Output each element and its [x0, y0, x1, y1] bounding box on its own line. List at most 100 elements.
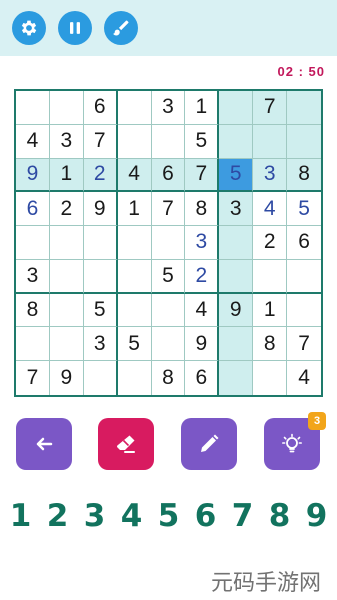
numpad-9-button[interactable]: 9 — [300, 496, 334, 536]
board-cell-r1c1[interactable] — [16, 91, 50, 125]
board-cell-r4c8[interactable]: 4 — [253, 192, 288, 227]
board-cell-r8c7[interactable] — [219, 327, 254, 362]
board-cell-r3c8[interactable]: 3 — [253, 158, 288, 193]
board-cell-r7c6[interactable]: 4 — [185, 293, 220, 328]
board-cell-r1c2[interactable] — [49, 91, 84, 125]
board-cell-r5c5[interactable] — [151, 226, 186, 260]
numpad-1-button[interactable]: 1 — [4, 496, 38, 536]
numpad-8-button[interactable]: 8 — [263, 496, 297, 536]
board-cell-r3c2[interactable]: 1 — [49, 158, 84, 193]
board-cell-r4c1[interactable]: 6 — [16, 192, 50, 227]
board-cell-r9c8[interactable] — [253, 361, 288, 395]
board-cell-r2c2[interactable]: 3 — [49, 124, 84, 159]
board-cell-r7c1[interactable]: 8 — [16, 293, 50, 328]
board-cell-r2c9[interactable] — [287, 124, 321, 159]
board-cell-r6c2[interactable] — [49, 259, 84, 294]
board-cell-r1c8[interactable]: 7 — [253, 91, 288, 125]
undo-button[interactable] — [16, 418, 72, 470]
notes-button[interactable] — [181, 418, 237, 470]
board-cell-r3c5[interactable]: 6 — [151, 158, 186, 193]
board-cell-r5c2[interactable] — [49, 226, 84, 260]
board-cell-r4c2[interactable]: 2 — [49, 192, 84, 227]
board-cell-r5c9[interactable]: 6 — [287, 226, 321, 260]
board-cell-r3c1[interactable]: 9 — [16, 158, 50, 193]
pause-icon — [70, 22, 80, 34]
board-cell-r6c3[interactable] — [83, 259, 118, 294]
board-cell-r5c8[interactable]: 2 — [253, 226, 288, 260]
board-cell-r7c8[interactable]: 1 — [253, 293, 288, 328]
numpad-2-button[interactable]: 2 — [41, 496, 75, 536]
board-cell-r1c7[interactable] — [219, 91, 254, 125]
board-cell-r5c4[interactable] — [117, 226, 152, 260]
board-cell-r2c7[interactable] — [219, 124, 254, 159]
board-cell-r1c3[interactable]: 6 — [83, 91, 118, 125]
board-cell-r8c3[interactable]: 3 — [83, 327, 118, 362]
board-cell-r7c7[interactable]: 9 — [219, 293, 254, 328]
board-cell-r6c9[interactable] — [287, 260, 321, 294]
board-cell-r5c1[interactable] — [16, 226, 50, 260]
board-cell-r8c2[interactable] — [49, 327, 84, 362]
board-cell-r1c9[interactable] — [287, 91, 321, 125]
board-cell-r2c8[interactable] — [253, 124, 288, 159]
board-cell-r3c4[interactable]: 4 — [117, 158, 152, 193]
board-cell-r5c3[interactable] — [83, 226, 118, 260]
numpad-5-button[interactable]: 5 — [152, 496, 186, 536]
numpad-3-button[interactable]: 3 — [78, 496, 112, 536]
board-cell-r2c3[interactable]: 7 — [83, 124, 118, 159]
board-cell-r8c6[interactable]: 9 — [185, 327, 220, 362]
board-cell-r6c7[interactable] — [219, 259, 254, 294]
board-cell-r6c1[interactable]: 3 — [16, 259, 50, 294]
board-cell-r8c1[interactable] — [16, 327, 50, 362]
board-cell-r4c5[interactable]: 7 — [151, 192, 186, 227]
board-cell-r9c7[interactable] — [219, 361, 254, 395]
board-cell-r6c5[interactable]: 5 — [151, 259, 186, 294]
board-cell-r1c4[interactable] — [117, 91, 152, 125]
board-cell-r9c6[interactable]: 6 — [185, 361, 220, 395]
board-cell-r7c4[interactable] — [117, 293, 152, 328]
board-cell-r3c9[interactable]: 8 — [287, 158, 321, 193]
board-cell-r1c5[interactable]: 3 — [151, 91, 186, 125]
board-cell-r5c6[interactable]: 3 — [185, 226, 220, 260]
numpad-4-button[interactable]: 4 — [115, 496, 149, 536]
board-cell-r8c9[interactable]: 7 — [287, 327, 321, 362]
board-cell-r9c4[interactable] — [118, 361, 152, 395]
board-cell-r2c5[interactable] — [151, 124, 186, 159]
board-cell-r4c7[interactable]: 3 — [219, 192, 254, 227]
board-cell-r9c2[interactable]: 9 — [50, 361, 84, 395]
board-cell-r4c4[interactable]: 1 — [117, 192, 152, 227]
board-cell-r7c5[interactable] — [151, 293, 186, 328]
numpad-7-button[interactable]: 7 — [226, 496, 260, 536]
board-cell-r9c3[interactable] — [84, 361, 118, 395]
numpad-6-button[interactable]: 6 — [189, 496, 223, 536]
board-cell-r9c1[interactable]: 7 — [16, 361, 50, 395]
board-cell-r8c5[interactable] — [151, 327, 186, 362]
board-cell-r7c9[interactable] — [287, 294, 321, 328]
erase-button[interactable] — [98, 418, 154, 470]
board-cell-r2c6[interactable]: 5 — [185, 124, 220, 159]
board-cell-r6c4[interactable] — [117, 259, 152, 294]
board-cell-r3c7[interactable]: 5 — [219, 158, 254, 193]
board-cell-r7c2[interactable] — [49, 293, 84, 328]
board-cell-r2c4[interactable] — [117, 124, 152, 159]
board-cell-r3c6[interactable]: 7 — [185, 158, 220, 193]
board-cell-r8c4[interactable]: 5 — [117, 327, 152, 362]
board-cell-r7c3[interactable]: 5 — [83, 293, 118, 328]
board-cell-r9c9[interactable]: 4 — [287, 361, 321, 395]
board-cell-r6c6[interactable]: 2 — [185, 259, 220, 294]
board-cell-r6c8[interactable] — [253, 259, 288, 294]
hint-button[interactable]: 3 — [264, 412, 326, 470]
theme-button[interactable] — [104, 11, 138, 45]
board-cell-r9c5[interactable]: 8 — [152, 361, 186, 395]
board-cell-r8c8[interactable]: 8 — [253, 327, 288, 362]
board-cell-r4c3[interactable]: 9 — [83, 192, 118, 227]
board-cell-r4c9[interactable]: 5 — [287, 192, 321, 227]
pause-button[interactable] — [58, 11, 92, 45]
top-bar — [0, 0, 337, 56]
board-cell-r3c3[interactable]: 2 — [83, 158, 118, 193]
board-cell-r2c1[interactable]: 4 — [16, 124, 50, 159]
board-cell-r1c6[interactable]: 1 — [185, 91, 220, 125]
action-bar: 3 — [0, 412, 337, 470]
board-cell-r4c6[interactable]: 8 — [185, 192, 220, 227]
settings-button[interactable] — [12, 11, 46, 45]
board-cell-r5c7[interactable] — [219, 226, 254, 260]
